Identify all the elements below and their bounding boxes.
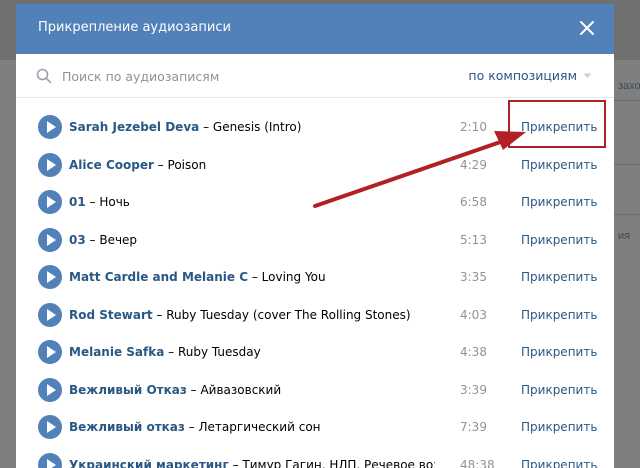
track-artist[interactable]: Вежливый отказ <box>69 420 185 434</box>
track-row: Вежливый отказ – Летаргический сон 7:39 … <box>16 409 614 447</box>
track-info: 01 – Ночь <box>69 195 130 209</box>
attach-link[interactable]: Прикрепить <box>521 420 597 434</box>
background-right-panel <box>614 60 640 468</box>
track-artist[interactable]: 03 <box>69 233 86 247</box>
track-title: Poison <box>167 157 207 172</box>
track-duration: 4:29 <box>460 157 487 172</box>
track-list: Sarah Jezebel Deva – Genesis (Intro) 2:1… <box>16 109 614 468</box>
background-divider <box>614 164 640 165</box>
track-duration: 4:03 <box>460 307 487 322</box>
attach-link[interactable]: Прикрепить <box>521 458 597 468</box>
background-divider <box>614 214 640 215</box>
track-info: Sarah Jezebel Deva – Genesis (Intro) <box>69 120 302 134</box>
play-button[interactable] <box>38 377 62 402</box>
annotation-highlight-box <box>508 100 606 148</box>
background-text: ия <box>618 230 631 242</box>
play-button[interactable] <box>38 265 62 289</box>
track-title: Летаргический сон <box>198 420 321 434</box>
track-row: Matt Cardle and Melanie C – Loving You 3… <box>16 259 614 297</box>
chevron-down-icon <box>583 73 592 78</box>
search-icon <box>36 68 52 84</box>
track-artist[interactable]: Alice Cooper <box>69 158 154 172</box>
track-title: Вечер <box>99 232 138 247</box>
play-button[interactable] <box>38 152 62 177</box>
track-artist[interactable]: Вежливый Отказ <box>69 383 187 397</box>
sort-dropdown-label: по композициям <box>468 68 577 83</box>
track-info: Rod Stewart – Ruby Tuesday (cover The Ro… <box>69 307 411 322</box>
background-left-panel <box>0 60 16 468</box>
track-title: Ruby Tuesday (cover The Rolling Stones) <box>166 307 411 322</box>
track-info: Украинский маркетинг – Тимур Гагин, НЛП,… <box>69 458 435 468</box>
track-title: Genesis (Intro) <box>212 120 302 134</box>
close-button[interactable] <box>576 17 598 39</box>
play-button[interactable] <box>38 340 62 364</box>
track-info: Вежливый отказ – Летаргический сон <box>69 420 321 434</box>
track-info: Вежливый Отказ – Айвазовский <box>69 382 282 397</box>
modal-header: Прикрепление аудиозаписи <box>16 4 614 54</box>
track-artist[interactable]: Sarah Jezebel Deva <box>69 120 199 134</box>
track-info: Alice Cooper – Poison <box>69 157 207 172</box>
track-duration: 5:13 <box>460 232 487 247</box>
track-duration: 4:38 <box>460 345 487 359</box>
track-duration: 6:58 <box>460 195 487 209</box>
background-text: захо <box>618 80 640 92</box>
play-button[interactable] <box>38 415 62 439</box>
track-artist[interactable]: Украинский маркетинг <box>69 458 229 468</box>
track-title: Тимур Гагин, НЛП, Речевое воздейст <box>242 457 435 468</box>
track-duration: 3:35 <box>460 270 487 284</box>
play-button[interactable] <box>38 302 62 327</box>
track-row: Вежливый Отказ – Айвазовский 3:39 Прикре… <box>16 372 614 410</box>
attach-link[interactable]: Прикрепить <box>521 158 597 172</box>
track-artist[interactable]: Matt Cardle and Melanie C <box>69 270 248 284</box>
attach-link[interactable]: Прикрепить <box>521 270 597 284</box>
track-title: Айвазовский <box>200 382 282 397</box>
track-info: 03 – Вечер <box>69 232 138 247</box>
track-artist[interactable]: 01 <box>69 195 86 209</box>
track-row: Alice Cooper – Poison 4:29 Прикрепить <box>16 147 614 185</box>
search-bar: по композициям <box>16 54 614 98</box>
attach-link[interactable]: Прикрепить <box>521 233 597 247</box>
track-row: Rod Stewart – Ruby Tuesday (cover The Ro… <box>16 297 614 335</box>
attach-link[interactable]: Прикрепить <box>521 383 597 397</box>
sort-dropdown[interactable]: по композициям <box>468 68 592 83</box>
track-row: 03 – Вечер 5:13 Прикрепить <box>16 222 614 260</box>
attach-link[interactable]: Прикрепить <box>521 345 597 359</box>
play-button[interactable] <box>38 227 62 252</box>
play-button[interactable] <box>38 115 62 139</box>
track-info: Matt Cardle and Melanie C – Loving You <box>69 270 326 284</box>
track-row: Украинский маркетинг – Тимур Гагин, НЛП,… <box>16 447 614 468</box>
track-row: Melanie Safka – Ruby Tuesday 4:38 Прикре… <box>16 334 614 372</box>
play-button[interactable] <box>38 452 62 468</box>
modal-title: Прикрепление аудиозаписи <box>38 20 231 35</box>
play-button[interactable] <box>38 190 62 214</box>
track-title: Ruby Tuesday <box>177 345 261 359</box>
background-divider <box>614 100 640 101</box>
track-artist[interactable]: Rod Stewart <box>69 308 153 322</box>
track-duration: 48:38 <box>460 457 495 468</box>
search-input[interactable] <box>62 64 422 88</box>
track-duration: 2:10 <box>460 120 487 134</box>
attach-link[interactable]: Прикрепить <box>521 308 597 322</box>
close-icon <box>580 21 594 35</box>
attach-link[interactable]: Прикрепить <box>521 195 597 209</box>
track-duration: 7:39 <box>460 420 487 434</box>
track-artist[interactable]: Melanie Safka <box>69 345 164 359</box>
track-title: Ночь <box>99 195 130 209</box>
track-title: Loving You <box>261 270 326 284</box>
track-duration: 3:39 <box>460 382 487 397</box>
track-row: 01 – Ночь 6:58 Прикрепить <box>16 184 614 222</box>
track-info: Melanie Safka – Ruby Tuesday <box>69 345 261 359</box>
